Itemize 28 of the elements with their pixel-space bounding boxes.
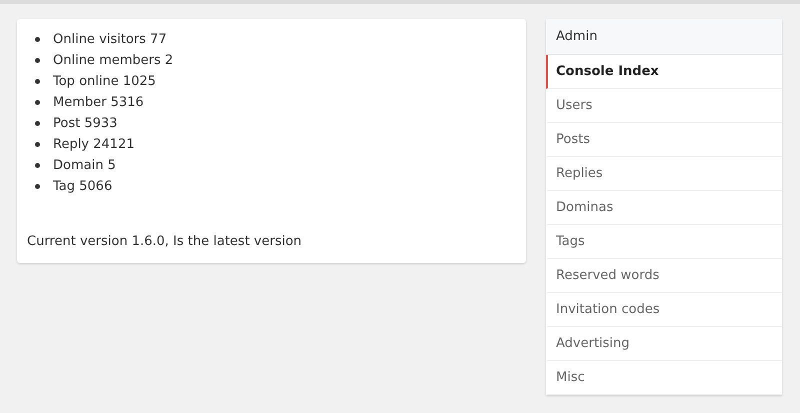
stat-text: Online visitors 77	[53, 32, 167, 47]
sidebar-item[interactable]: Replies	[546, 157, 782, 191]
sidebar-item[interactable]: Invitation codes	[546, 293, 782, 327]
bullet-icon	[35, 163, 40, 168]
stat-text: Member 5316	[53, 95, 144, 110]
bullet-icon	[35, 142, 40, 147]
bullet-icon	[35, 37, 40, 42]
stat-text: Online members 2	[53, 53, 174, 68]
bullet-icon	[35, 79, 40, 84]
sidebar-item[interactable]: Console Index	[546, 55, 782, 89]
sidebar-item[interactable]: Posts	[546, 123, 782, 157]
bullet-icon	[35, 184, 40, 189]
sidebar-item[interactable]: Misc	[546, 361, 782, 395]
sidebar-title: Admin	[546, 19, 782, 55]
sidebar-item[interactable]: Advertising	[546, 327, 782, 361]
stat-text: Domain 5	[53, 158, 116, 173]
bullet-icon	[35, 121, 40, 126]
version-text: Current version 1.6.0, Is the latest version	[27, 234, 303, 249]
sidebar-item[interactable]: Reserved words	[546, 259, 782, 293]
bullet-icon	[35, 58, 40, 63]
sidebar-item[interactable]: Dominas	[546, 191, 782, 225]
stat-text: Reply 24121	[53, 137, 134, 152]
sidebar-item[interactable]: Users	[546, 89, 782, 123]
stat-text: Top online 1025	[53, 74, 156, 89]
stat-text: Tag 5066	[53, 179, 112, 194]
sidebar-item[interactable]: Tags	[546, 225, 782, 259]
stat-text: Post 5933	[53, 116, 118, 131]
bullet-icon	[35, 100, 40, 105]
